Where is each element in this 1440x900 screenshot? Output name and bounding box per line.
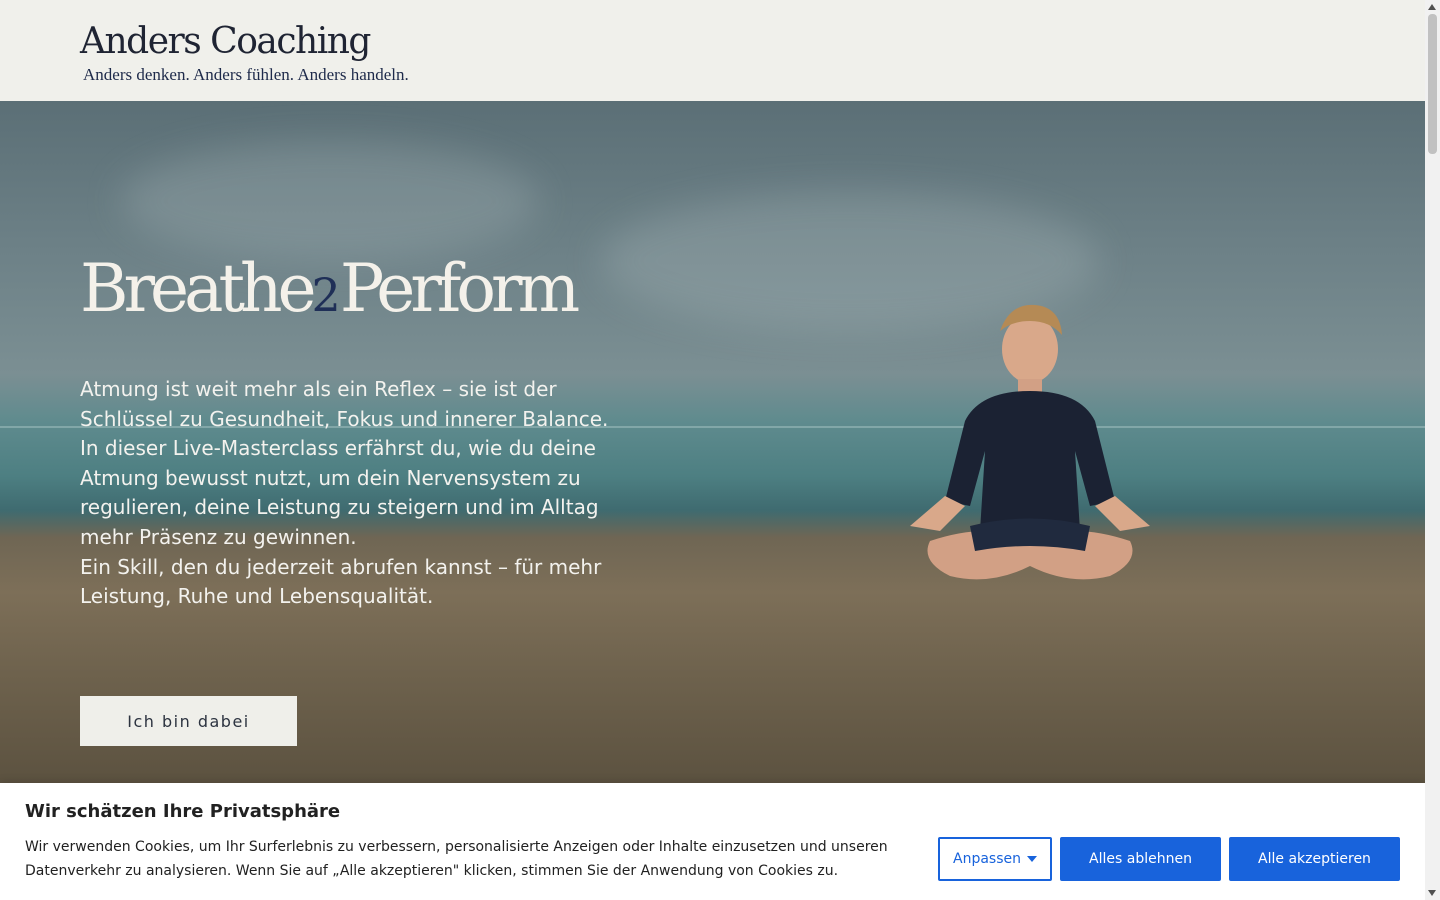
- join-button[interactable]: Ich bin dabei: [80, 696, 297, 746]
- customize-cookies-label: Anpassen: [953, 851, 1021, 867]
- cookie-banner: Wir schätzen Ihre Privatsphäre Wir verwe…: [0, 783, 1425, 900]
- site-header: Anders Coaching Anders denken. Anders fü…: [0, 0, 1425, 101]
- customize-cookies-button[interactable]: Anpassen: [938, 837, 1052, 881]
- reject-all-cookies-button[interactable]: Alles ablehnen: [1060, 837, 1221, 881]
- brand-tagline: Anders denken. Anders fühlen. Anders han…: [83, 65, 409, 84]
- caret-down-icon: [1027, 856, 1037, 862]
- scroll-up-arrow-icon[interactable]: [1428, 4, 1436, 10]
- hero-title-two: 2: [311, 268, 341, 322]
- hero-title-breathe: Breathe: [80, 250, 317, 327]
- hero-cloud: [120, 141, 540, 261]
- hero-title: Breathe2Perform: [80, 244, 580, 340]
- cookie-banner-title: Wir schätzen Ihre Privatsphäre: [25, 801, 341, 822]
- cookie-banner-text: Wir verwenden Cookies, um Ihr Surferlebn…: [25, 839, 888, 879]
- meditating-person-image: [910, 304, 1150, 580]
- scrollbar-thumb[interactable]: [1428, 14, 1437, 154]
- page-scrollbar[interactable]: [1425, 0, 1440, 900]
- hero-description: Atmung ist weit mehr als ein Reflex – si…: [80, 377, 609, 609]
- brand-title[interactable]: Anders Coaching: [80, 20, 371, 64]
- scroll-down-arrow-icon[interactable]: [1428, 890, 1436, 896]
- hero-title-perform: Perform: [339, 250, 580, 327]
- hero-section: Breathe2Perform Atmung ist weit mehr als…: [0, 101, 1425, 783]
- accept-all-cookies-button[interactable]: Alle akzeptieren: [1229, 837, 1400, 881]
